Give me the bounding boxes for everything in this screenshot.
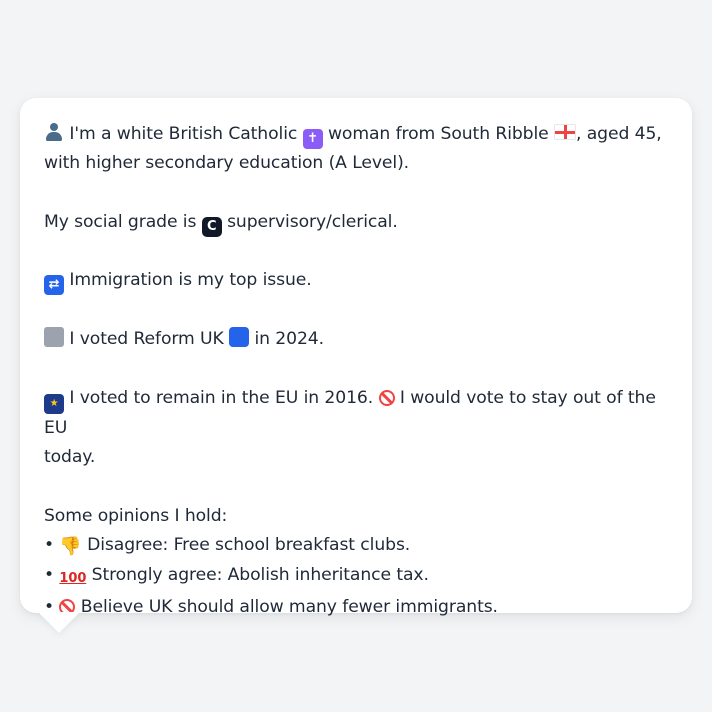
demographics-paragraph: I'm a white British Catholic ✝ woman fro…: [44, 120, 668, 179]
hundred-points-icon: 100: [59, 571, 87, 587]
demographics-text-1: I'm a white British Catholic: [69, 124, 298, 144]
opinion-text: Believe UK should allow many fewer immig…: [80, 597, 498, 618]
opinion-text: Strongly agree: Abolish inheritance tax.: [91, 565, 429, 586]
opinions-header: Some opinions I hold:: [44, 505, 228, 526]
demographics-text-3: , aged 45,: [576, 124, 662, 144]
chat-message-bubble: I'm a white British Catholic ✝ woman fro…: [20, 98, 692, 617]
list-item: • Believe UK should allow many fewer imm…: [44, 597, 498, 617]
vote-text-2: in 2024.: [254, 329, 325, 350]
eu-paragraph: ★ I voted to remain in the EU in 2016. I…: [44, 384, 668, 473]
demographics-text-2: woman from South Ribble: [327, 124, 549, 144]
vote-text-1: I voted Reform UK: [69, 329, 224, 350]
top-issue-text: Immigration is my top issue.: [69, 270, 312, 291]
latin-cross-icon: ✝: [302, 129, 323, 149]
bullet: •: [44, 534, 55, 555]
education-text: with higher secondary education (A Level…: [44, 153, 410, 174]
social-grade-paragraph: My social grade is C supervisory/clerica…: [44, 208, 668, 237]
bubble-tail: [38, 612, 80, 633]
opinions-paragraph: Some opinions I hold: • 👎 Disagree: Free…: [44, 502, 668, 623]
list-item: • 100 Strongly agree: Abolish inheritanc…: [44, 565, 429, 586]
bullet: •: [44, 565, 55, 586]
blue-square-icon: [229, 327, 250, 348]
eu-flag-icon: ★: [44, 393, 64, 414]
letter-c-icon: C: [201, 216, 222, 237]
eu-text-1: I voted to remain in the EU in 2016.: [69, 387, 374, 408]
thumbs-down-icon: 👎: [59, 535, 82, 557]
person-silhouette-icon: [44, 122, 64, 142]
social-grade-text-2: supervisory/clerical.: [227, 211, 398, 232]
prohibited-icon: [378, 389, 395, 406]
list-item: • 👎 Disagree: Free school breakfast club…: [44, 534, 411, 557]
top-issue-paragraph: ⇄ Immigration is my top issue.: [44, 266, 668, 296]
social-grade-text-1: My social grade is: [44, 211, 197, 232]
england-flag-icon: [554, 124, 577, 140]
eu-text-3: today.: [44, 446, 96, 467]
ballot-box-icon: [44, 327, 64, 348]
passport-control-icon: ⇄: [44, 275, 64, 296]
opinion-text: Disagree: Free school breakfast clubs.: [87, 534, 411, 555]
vote-paragraph: I voted Reform UK in 2024.: [44, 325, 668, 354]
